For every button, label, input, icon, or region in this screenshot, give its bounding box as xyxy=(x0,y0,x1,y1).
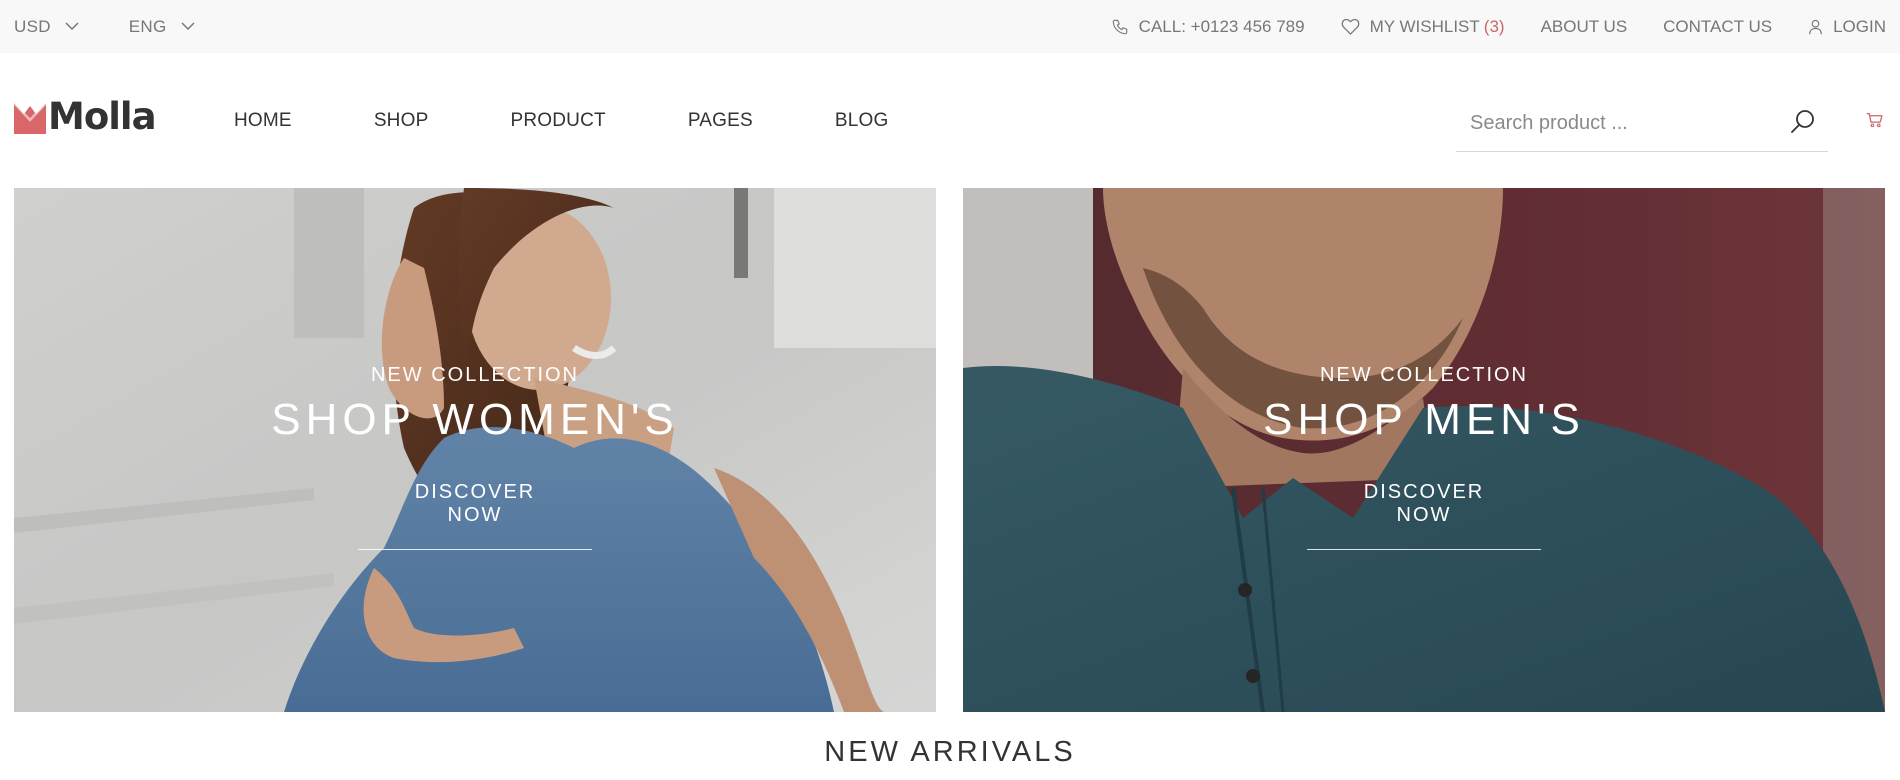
logo-text: Molla xyxy=(48,95,157,138)
logo[interactable]: Molla xyxy=(14,95,157,138)
heart-icon xyxy=(1341,18,1359,35)
login-link[interactable]: LOGIN xyxy=(1808,17,1886,37)
currency-dropdown[interactable]: USD xyxy=(14,17,79,37)
banner-subtitle: NEW COLLECTION xyxy=(1319,364,1529,386)
nav-item-shop[interactable]: SHOP xyxy=(374,110,429,132)
search-bar xyxy=(1456,95,1828,152)
currency-label: USD xyxy=(14,16,51,36)
contact-us-label: CONTACT US xyxy=(1663,16,1773,36)
main-nav: HOME SHOP PRODUCT PAGES BLOG xyxy=(234,110,970,132)
topbar-right: CALL: +0123 456 789 MY WISHLIST (3) ABOU… xyxy=(1075,17,1886,37)
discover-now-button[interactable]: DISCOVER NOW xyxy=(1307,481,1541,550)
banner-women-content: NEW COLLECTION SHOP WOMEN'S DISCOVER NOW xyxy=(14,188,936,712)
chevron-down-icon xyxy=(181,22,195,31)
search-icon[interactable] xyxy=(1790,109,1816,135)
wishlist-label: MY WISHLIST xyxy=(1369,16,1480,36)
phone-icon xyxy=(1112,19,1127,34)
language-label: ENG xyxy=(128,16,167,36)
login-label: LOGIN xyxy=(1833,16,1886,36)
user-icon xyxy=(1809,19,1822,34)
wishlist-count-badge: (3) xyxy=(1483,16,1505,36)
topbar-left: USD ENG xyxy=(14,17,245,37)
new-arrivals-heading: NEW ARRIVALS xyxy=(824,736,1076,768)
banner-title: SHOP MEN'S xyxy=(1263,395,1585,444)
banner-subtitle: NEW COLLECTION xyxy=(370,364,580,386)
language-dropdown[interactable]: ENG xyxy=(129,17,195,37)
discover-now-button[interactable]: DISCOVER NOW xyxy=(358,481,592,550)
chevron-down-icon xyxy=(65,22,79,31)
contact-us-link[interactable]: CONTACT US xyxy=(1663,17,1772,37)
search-input[interactable] xyxy=(1456,111,1776,135)
logo-mark-icon xyxy=(14,102,46,134)
about-us-link[interactable]: ABOUT US xyxy=(1541,17,1628,37)
banner-women[interactable]: NEW COLLECTION SHOP WOMEN'S DISCOVER NOW xyxy=(14,188,936,712)
main-header: Molla HOME SHOP PRODUCT PAGES BLOG xyxy=(0,53,1900,188)
nav-item-blog[interactable]: BLOG xyxy=(835,110,889,132)
cart-icon[interactable] xyxy=(1866,112,1883,128)
banner-title: SHOP WOMEN'S xyxy=(271,395,679,444)
wishlist-link[interactable]: MY WISHLIST (3) xyxy=(1341,17,1505,37)
top-bar: USD ENG CALL: +0123 456 789 MY WISHLIST … xyxy=(0,0,1900,53)
nav-item-home[interactable]: HOME xyxy=(234,110,292,132)
nav-item-product[interactable]: PRODUCT xyxy=(510,110,605,132)
banner-men[interactable]: NEW COLLECTION SHOP MEN'S DISCOVER NOW xyxy=(963,188,1885,712)
about-us-label: ABOUT US xyxy=(1540,16,1628,36)
call-label: CALL: +0123 456 789 xyxy=(1138,16,1305,36)
call-link[interactable]: CALL: +0123 456 789 xyxy=(1111,17,1305,37)
banner-men-content: NEW COLLECTION SHOP MEN'S DISCOVER NOW xyxy=(963,188,1885,712)
nav-item-pages[interactable]: PAGES xyxy=(688,110,753,132)
